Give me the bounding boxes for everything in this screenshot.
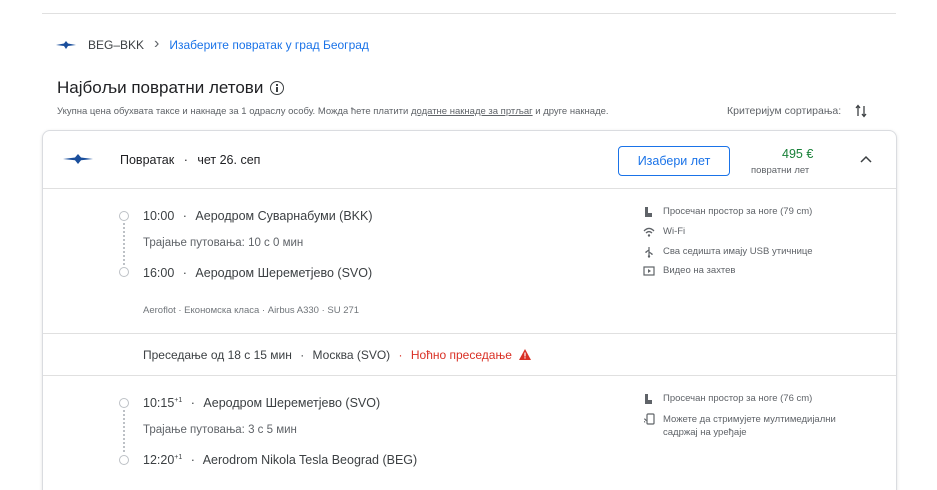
layover-duration: Преседање од 18 с 15 мин <box>143 348 292 362</box>
breadcrumb-return-link[interactable]: Изаберите повратак у град Београд <box>169 38 369 52</box>
breadcrumb: BEG–BKK › Изаберите повратак у град Беог… <box>56 35 369 54</box>
layover-city: Москва (SVO) <box>312 348 391 362</box>
disclaimer-text: Укупна цена обухвата таксе и накнаде за … <box>57 106 411 117</box>
departure-time: 10:15 <box>143 396 175 410</box>
amenity-usb: Сва седишта имају USB утичнице <box>643 246 813 258</box>
flight-segment-2: 10:15+1 · Аеродром Шереметјево (SVO) Тра… <box>43 376 896 490</box>
sort-label: Критеријум сортирања: <box>727 105 842 117</box>
baggage-fees-link[interactable]: додатне накнаде за пртљаг <box>411 106 533 117</box>
departure-dot-icon <box>119 211 129 221</box>
select-flight-button[interactable]: Изабери лет <box>618 146 730 176</box>
legroom-icon <box>645 394 652 404</box>
info-icon[interactable] <box>270 81 285 95</box>
departure-dot-icon <box>119 398 129 408</box>
amenity-wifi: Wi-Fi <box>643 226 685 238</box>
price-label: повратни лет <box>751 165 810 176</box>
arrival-dot-icon <box>119 455 129 465</box>
timeline-dots <box>123 223 125 265</box>
chevron-right-icon: › <box>154 35 160 52</box>
direction-label: Повратак <box>120 153 175 167</box>
wifi-icon <box>643 227 655 237</box>
flight-segment-1: 10:00 · Аеродром Суварнабуми (BKK) Траја… <box>43 189 896 333</box>
stream-icon <box>643 413 655 425</box>
amenity-video: Видео на захтев <box>643 265 735 277</box>
flight-meta: Aeroflot · Економска класа · Airbus A330… <box>143 305 360 316</box>
price-disclaimer: Укупна цена обухвата таксе и накнаде за … <box>57 106 609 117</box>
flight-direction-date: Повратак · чет 26. сеп <box>120 153 260 167</box>
page-title: Најбољи повратни летови <box>57 78 285 98</box>
next-day-indicator: +1 <box>174 396 183 404</box>
legroom-icon <box>645 207 652 217</box>
amenity-legroom: Просечан простор за ноге (79 cm) <box>643 206 812 218</box>
page-title-text: Најбољи повратни летови <box>57 78 264 97</box>
breadcrumb-route[interactable]: BEG–BKK <box>88 38 144 52</box>
usb-icon <box>645 247 653 258</box>
top-divider <box>42 13 896 14</box>
layover-row: Преседање од 18 с 15 мин · Москва (SVO) … <box>143 348 532 362</box>
arrival-row: 16:00 · Аеродром Шереметјево (SVO) <box>143 266 373 280</box>
amenity-legroom: Просечан простор за ноге (76 cm) <box>643 393 812 405</box>
arrival-row: 12:20+1 · Aerodrom Nikola Tesla Beograd … <box>143 453 418 467</box>
next-day-indicator: +1 <box>174 453 183 461</box>
chevron-up-icon[interactable] <box>860 155 872 163</box>
departure-row: 10:00 · Аеродром Суварнабуми (BKK) <box>143 209 373 223</box>
travel-duration: Трајање путовања: 3 с 5 мин <box>143 424 297 436</box>
travel-duration: Трајање путовања: 10 с 0 мин <box>143 237 304 249</box>
flight-card-header[interactable]: Повратак · чет 26. сеп Изабери лет 495 €… <box>43 131 896 189</box>
flight-card: Повратак · чет 26. сеп Изабери лет 495 €… <box>42 130 897 490</box>
departure-row: 10:15+1 · Аеродром Шереметјево (SVO) <box>143 396 381 410</box>
sort-control[interactable]: Критеријум сортирања: <box>727 104 867 118</box>
departure-time: 10:00 <box>143 209 175 223</box>
warning-icon <box>519 349 532 360</box>
arrival-airport: Аеродром Шереметјево (SVO) <box>195 266 373 280</box>
video-icon <box>643 266 655 276</box>
arrival-time: 12:20 <box>143 453 175 467</box>
aeroflot-logo-icon <box>56 41 76 49</box>
overnight-layover-warning: Ноћно преседање <box>410 348 512 362</box>
aeroflot-logo-icon <box>63 154 93 164</box>
flight-price: 495 € <box>782 147 814 161</box>
timeline-dots <box>123 410 125 452</box>
separator: · <box>183 153 188 167</box>
arrival-time: 16:00 <box>143 266 175 280</box>
amenity-streaming: Можете да стримујете мултимедијални садр… <box>643 413 868 439</box>
disclaimer-text-end: и друге накнаде. <box>532 106 609 117</box>
arrival-dot-icon <box>119 267 129 277</box>
layover-info: Преседање од 18 с 15 мин · Москва (SVO) … <box>43 333 896 376</box>
sort-icon[interactable] <box>855 104 867 118</box>
arrival-airport: Aerodrom Nikola Tesla Beograd (BEG) <box>202 453 418 467</box>
flight-date: чет 26. сеп <box>197 153 261 167</box>
departure-airport: Аеродром Шереметјево (SVO) <box>203 396 381 410</box>
departure-airport: Аеродром Суварнабуми (BKK) <box>195 209 373 223</box>
